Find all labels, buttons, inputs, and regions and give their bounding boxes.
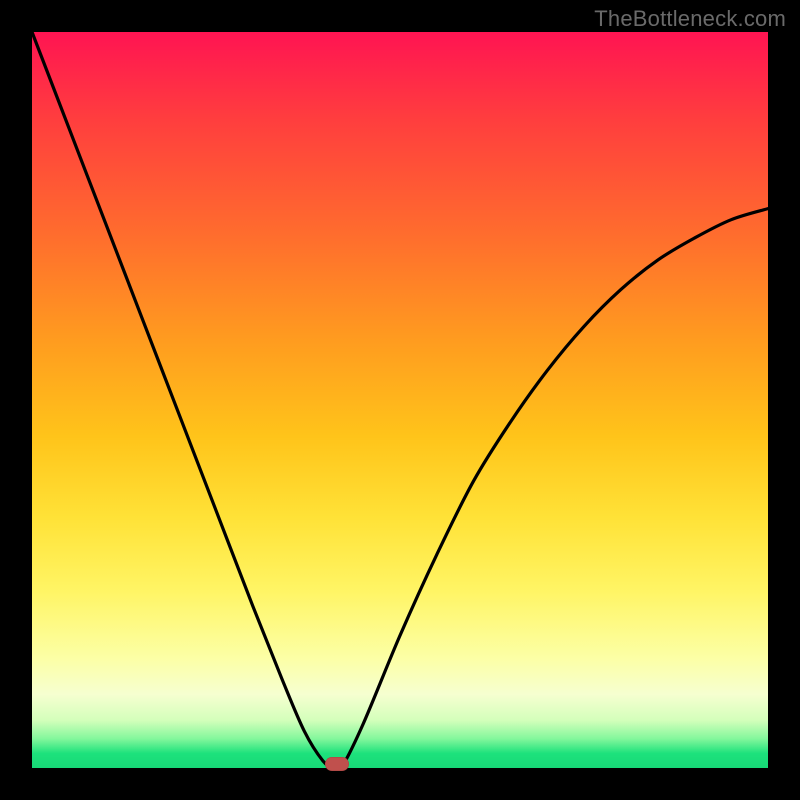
chart-frame: TheBottleneck.com <box>0 0 800 800</box>
watermark-text: TheBottleneck.com <box>594 6 786 32</box>
bottleneck-curve <box>32 32 768 768</box>
minimum-marker <box>325 757 349 771</box>
plot-area <box>32 32 768 768</box>
